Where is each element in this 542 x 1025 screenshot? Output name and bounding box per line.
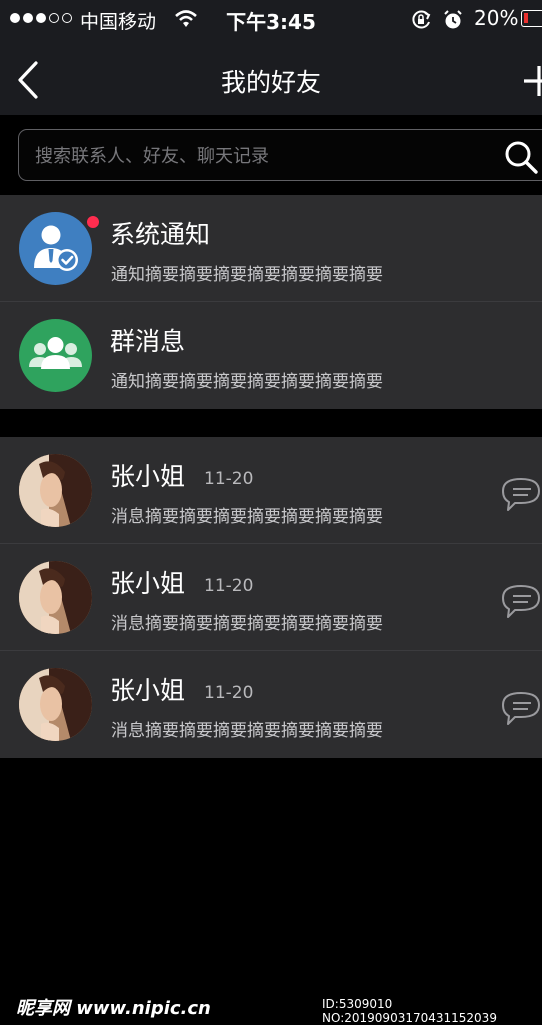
message-summary: 消息摘要摘要摘要摘要摘要摘要摘要 [111, 614, 383, 634]
search-bar [18, 129, 542, 181]
system-message-list: 系统通知 通知摘要摘要摘要摘要摘要摘要摘要 群消息 通知摘要摘要摘要摘要摘要摘要… [0, 195, 542, 409]
contact-avatar [19, 561, 92, 634]
contact-avatar [19, 454, 92, 527]
search-input[interactable] [35, 142, 475, 170]
contact-name: 张小姐 [110, 462, 186, 491]
alarm-icon [444, 10, 462, 29]
chat-bubble-icon[interactable] [499, 474, 542, 514]
contact-name: 张小姐 [110, 569, 186, 598]
status-bar: 中国移动 下午3:45 20% [0, 0, 542, 38]
item-title: 系统通知 [110, 220, 211, 249]
message-summary: 消息摘要摘要摘要摘要摘要摘要摘要 [111, 721, 383, 741]
contact-item[interactable]: 张小姐 11-20 消息摘要摘要摘要摘要摘要摘要摘要 [0, 651, 542, 758]
message-summary: 消息摘要摘要摘要摘要摘要摘要摘要 [111, 507, 383, 527]
chat-bubble-icon[interactable] [499, 688, 542, 728]
watermark-logo-text: 昵享网 www.nipic.cn [16, 998, 211, 1019]
navigation-bar: 我的好友 [0, 38, 542, 115]
battery-icon [521, 10, 542, 27]
contact-item[interactable]: 张小姐 11-20 消息摘要摘要摘要摘要摘要摘要摘要 [0, 544, 542, 651]
page-title: 我的好友 [220, 68, 321, 97]
rotation-lock-icon [412, 10, 431, 29]
system-notification-icon [19, 212, 92, 285]
search-icon[interactable] [503, 139, 539, 175]
search-area [0, 115, 542, 195]
contact-avatar [19, 668, 92, 741]
message-date: 11-20 [204, 576, 254, 596]
item-title: 群消息 [110, 327, 186, 356]
list-item-system-notification[interactable]: 系统通知 通知摘要摘要摘要摘要摘要摘要摘要 [0, 195, 542, 302]
message-date: 11-20 [204, 683, 254, 703]
battery-percentage: 20% [474, 6, 519, 30]
message-date: 11-20 [204, 469, 254, 489]
unread-badge [86, 215, 100, 229]
group-icon [19, 319, 92, 392]
chat-bubble-icon[interactable] [499, 581, 542, 621]
item-summary: 通知摘要摘要摘要摘要摘要摘要摘要 [111, 265, 383, 285]
item-summary: 通知摘要摘要摘要摘要摘要摘要摘要 [111, 372, 383, 392]
contact-item[interactable]: 张小姐 11-20 消息摘要摘要摘要摘要摘要摘要摘要 [0, 437, 542, 544]
plus-icon[interactable] [522, 64, 542, 98]
contact-name: 张小姐 [110, 676, 186, 705]
list-item-group-messages[interactable]: 群消息 通知摘要摘要摘要摘要摘要摘要摘要 [0, 302, 542, 409]
watermark-id-text: ID:5309010 NO:20190903170431152039 [322, 997, 497, 1025]
contact-list: 张小姐 11-20 消息摘要摘要摘要摘要摘要摘要摘要 张小姐 11-20 消息摘… [0, 437, 542, 758]
